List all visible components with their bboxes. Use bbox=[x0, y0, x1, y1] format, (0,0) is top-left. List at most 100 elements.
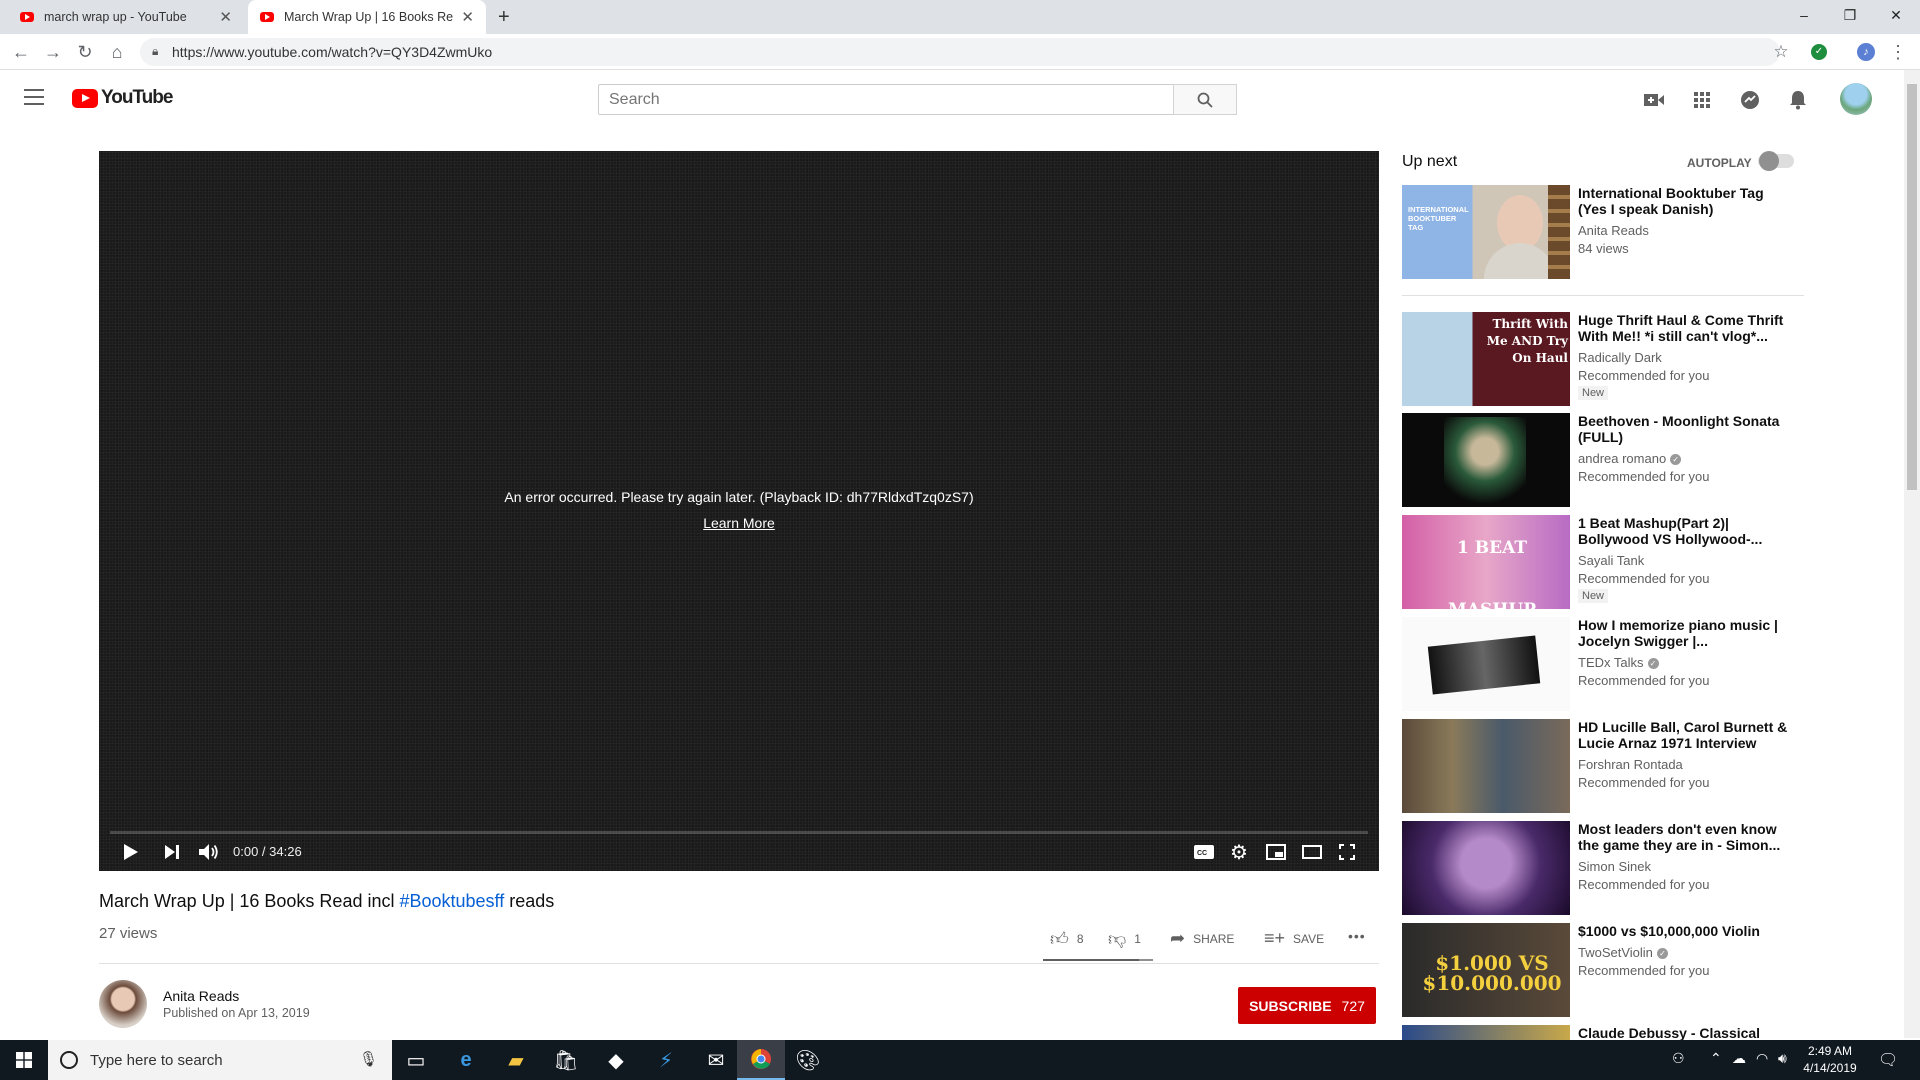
file-explorer-icon[interactable]: ▰ bbox=[492, 1040, 540, 1080]
subscribe-button[interactable]: SUBSCRIBE 727 bbox=[1238, 987, 1376, 1024]
save-button[interactable]: ≡+ SAVE bbox=[1264, 928, 1324, 949]
address-bar[interactable]: 🔒︎ https://www.youtube.com/watch?v=QY3D4… bbox=[140, 38, 1780, 66]
fullscreen-button[interactable] bbox=[1339, 842, 1355, 862]
youtube-logo[interactable]: YouTube bbox=[72, 87, 173, 109]
home-button[interactable]: ⌂ bbox=[104, 39, 130, 65]
new-tab-button[interactable]: + bbox=[498, 6, 510, 29]
microphone-icon[interactable]: 🎙︎ bbox=[359, 1050, 378, 1068]
verified-icon: ✓ bbox=[1647, 658, 1659, 670]
video-title[interactable]: Most leaders don't even know the game th… bbox=[1578, 821, 1788, 853]
minimize-button[interactable]: – bbox=[1781, 0, 1827, 30]
onedrive-icon[interactable]: ☁ bbox=[1732, 1050, 1746, 1067]
miniplayer-button[interactable] bbox=[1266, 842, 1286, 862]
recommended-video[interactable]: Claude Debussy - Classical bbox=[1402, 1025, 1802, 1040]
search-button[interactable] bbox=[1173, 84, 1237, 115]
wifi-icon[interactable]: ◠ bbox=[1756, 1050, 1768, 1067]
close-icon[interactable]: ✕ bbox=[219, 8, 232, 26]
video-thumbnail[interactable] bbox=[1402, 719, 1570, 813]
show-hidden-icons[interactable]: ⌃ bbox=[1710, 1050, 1722, 1067]
back-button[interactable]: ← bbox=[8, 39, 34, 65]
play-button[interactable] bbox=[124, 842, 138, 862]
video-title[interactable]: Claude Debussy - Classical bbox=[1578, 1025, 1788, 1040]
search-icon bbox=[1197, 92, 1213, 108]
progress-bar[interactable] bbox=[110, 831, 1368, 834]
like-button[interactable]: 👍︎ 8 bbox=[1050, 928, 1084, 950]
recommended-video[interactable]: HD Lucille Ball, Carol Burnett & Lucie A… bbox=[1402, 719, 1802, 815]
channel-name[interactable]: Anita Reads bbox=[163, 988, 239, 1004]
video-title[interactable]: How I memorize piano music | Jocelyn Swi… bbox=[1578, 617, 1788, 649]
video-thumbnail[interactable] bbox=[1402, 413, 1570, 507]
task-view-icon[interactable]: ▭ bbox=[392, 1040, 440, 1080]
theater-mode-button[interactable] bbox=[1302, 842, 1322, 862]
chrome-menu-icon[interactable]: ⋮ bbox=[1885, 39, 1911, 65]
recommended-video[interactable]: 1 BEAT MASHUP PART - 2 1 Beat Mashup(Par… bbox=[1402, 515, 1802, 611]
recommended-video[interactable]: Thrift With Me AND Try On Haul Huge Thri… bbox=[1402, 312, 1802, 408]
close-window-button[interactable]: ✕ bbox=[1873, 0, 1919, 30]
learn-more-link[interactable]: Learn More bbox=[99, 515, 1379, 531]
browser-tab-search[interactable]: march wrap up - YouTube ✕ bbox=[8, 0, 244, 34]
bookmark-star-icon[interactable]: ☆ bbox=[1768, 39, 1794, 65]
channel-name: Anita Reads bbox=[1578, 223, 1649, 238]
lightning-app-icon[interactable]: ⚡︎ bbox=[642, 1040, 690, 1080]
profile-icon[interactable]: ♪ bbox=[1857, 43, 1875, 61]
channel-avatar[interactable] bbox=[99, 980, 147, 1028]
search-input[interactable] bbox=[598, 84, 1174, 115]
more-actions-button[interactable]: ••• bbox=[1348, 928, 1366, 944]
paint-icon[interactable]: 🎨︎ bbox=[784, 1040, 832, 1080]
browser-tab-video[interactable]: March Wrap Up | 16 Books Read ✕ bbox=[248, 0, 486, 34]
video-thumbnail[interactable]: INTERNATIONAL BOOKTUBER TAG bbox=[1402, 185, 1570, 279]
video-title[interactable]: Beethoven - Moonlight Sonata (FULL) bbox=[1578, 413, 1788, 445]
recommended-video[interactable]: How I memorize piano music | Jocelyn Swi… bbox=[1402, 617, 1802, 713]
apps-grid-icon[interactable] bbox=[1690, 88, 1714, 112]
close-icon[interactable]: ✕ bbox=[461, 8, 474, 26]
dislike-button[interactable]: 👎︎ 1 bbox=[1108, 928, 1141, 950]
video-player[interactable] bbox=[99, 151, 1379, 871]
create-video-icon[interactable] bbox=[1642, 88, 1666, 112]
recommended-video[interactable]: Most leaders don't even know the game th… bbox=[1402, 821, 1802, 917]
autoplay-toggle-knob[interactable] bbox=[1759, 151, 1779, 171]
recommended-video[interactable]: INTERNATIONAL BOOKTUBER TAG Internationa… bbox=[1402, 185, 1802, 281]
video-title[interactable]: HD Lucille Ball, Carol Burnett & Lucie A… bbox=[1578, 719, 1788, 753]
video-thumbnail[interactable]: 1 BEAT MASHUP PART - 2 bbox=[1402, 515, 1570, 609]
start-button[interactable] bbox=[0, 1040, 48, 1080]
recommended-video[interactable]: $1.000 VS $10.000.000 $1000 vs $10,000,0… bbox=[1402, 923, 1802, 1019]
autoplay-label: AUTOPLAY bbox=[1687, 156, 1752, 170]
video-thumbnail[interactable]: Thrift With Me AND Try On Haul bbox=[1402, 312, 1570, 406]
video-thumbnail[interactable] bbox=[1402, 821, 1570, 915]
scrollbar-thumb[interactable] bbox=[1907, 84, 1917, 490]
volume-button[interactable] bbox=[199, 842, 219, 862]
edge-icon[interactable]: e bbox=[442, 1040, 490, 1080]
action-center-icon[interactable]: 🗨︎ bbox=[1878, 1050, 1898, 1070]
guide-menu-icon[interactable] bbox=[24, 89, 44, 105]
video-thumbnail[interactable] bbox=[1402, 617, 1570, 711]
chrome-icon[interactable] bbox=[737, 1040, 785, 1080]
maximize-button[interactable]: ❐ bbox=[1827, 0, 1873, 30]
store-icon[interactable]: 🛍︎ bbox=[542, 1040, 590, 1080]
people-icon[interactable]: ⚇ bbox=[1672, 1050, 1685, 1067]
recommended-video[interactable]: Beethoven - Moonlight Sonata (FULL) andr… bbox=[1402, 413, 1802, 509]
reload-button[interactable]: ↻ bbox=[72, 39, 98, 65]
notifications-bell-icon[interactable] bbox=[1786, 88, 1810, 112]
hashtag-link[interactable]: #Booktubesff bbox=[399, 891, 504, 911]
forward-button[interactable]: → bbox=[40, 39, 66, 65]
share-button[interactable]: ➦ SHARE bbox=[1170, 928, 1234, 949]
video-title[interactable]: 1 Beat Mashup(Part 2)| Bollywood VS Holl… bbox=[1578, 515, 1788, 547]
next-button[interactable] bbox=[165, 842, 179, 862]
taskbar-clock[interactable]: 2:49 AM 4/14/2019 bbox=[1790, 1043, 1870, 1077]
settings-gear-icon[interactable]: ⚙ bbox=[1230, 842, 1248, 864]
extension-check-icon[interactable]: ✓ bbox=[1811, 44, 1827, 60]
video-title[interactable]: International Booktuber Tag (Yes I speak… bbox=[1578, 185, 1788, 217]
video-meta: Recommended for you bbox=[1578, 775, 1710, 790]
divider bbox=[1402, 295, 1804, 296]
captions-button[interactable]: CC bbox=[1194, 842, 1214, 862]
dropbox-icon[interactable]: ◆ bbox=[592, 1040, 640, 1080]
account-avatar[interactable] bbox=[1840, 83, 1872, 115]
video-title[interactable]: $1000 vs $10,000,000 Violin bbox=[1578, 923, 1788, 939]
video-thumbnail[interactable]: $1.000 VS $10.000.000 bbox=[1402, 923, 1570, 1017]
taskbar-search-box[interactable]: Type here to search 🎙︎ bbox=[48, 1040, 392, 1080]
video-thumbnail[interactable] bbox=[1402, 1025, 1570, 1040]
mail-icon[interactable]: ✉ bbox=[692, 1040, 740, 1080]
messages-icon[interactable] bbox=[1738, 88, 1762, 112]
video-title[interactable]: Huge Thrift Haul & Come Thrift With Me!!… bbox=[1578, 312, 1788, 344]
volume-tray-icon[interactable]: 🔊︎ bbox=[1778, 1050, 1787, 1067]
